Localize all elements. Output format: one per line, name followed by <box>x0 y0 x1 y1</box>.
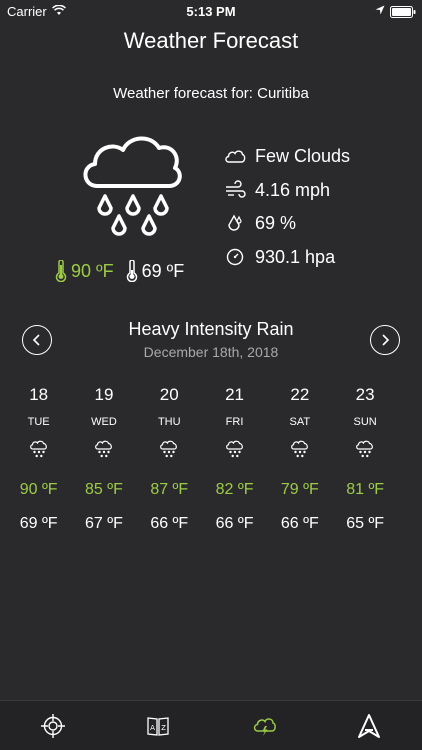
forecast-day[interactable]: 18 TUE 90 ºF 69 ºF <box>6 385 71 539</box>
rain-cloud-icon <box>95 440 112 458</box>
svg-text:A: A <box>150 724 155 732</box>
day-low-temp: 67 ºF <box>85 515 123 532</box>
day-high-temp: 87 ºF <box>150 481 189 498</box>
cloud-icon <box>225 150 246 163</box>
location-line: Weather forecast for: Curitiba <box>113 85 309 102</box>
thermometer-low-icon <box>126 260 137 282</box>
current-high-temp: 90 ºF <box>71 260 114 281</box>
dictionary-icon: A Z <box>147 716 169 736</box>
forecast-day[interactable]: 23 SUN 81 ºF 65 ºF <box>332 385 397 539</box>
pressure-row: 930.1 hpa <box>224 241 350 275</box>
day-low-temp: 69 ºF <box>19 515 58 532</box>
rain-cloud-icon <box>83 136 182 236</box>
day-high-temp: 90 ºF <box>19 481 58 498</box>
chevron-right-icon <box>382 334 390 346</box>
next-day-button[interactable] <box>370 325 400 355</box>
current-temperature: 90 ºF 69 ºF <box>55 260 184 282</box>
pressure-value: 930.1 hpa <box>255 246 336 267</box>
rain-cloud-icon <box>160 440 178 458</box>
day-number: 23 <box>355 385 375 404</box>
humidity-value: 69 % <box>255 213 297 234</box>
forecast-description: Heavy Intensity Rain <box>128 319 294 339</box>
forecast-day[interactable]: 21 FRI 82 ºF 66 ºF <box>202 385 267 539</box>
daily-forecast-list: 18 TUE 90 ºF 69 ºF 19 WED 85 ºF 67 ºF 20… <box>6 385 416 539</box>
tab-dictionary[interactable]: A Z <box>106 701 212 750</box>
tab-bar: A Z <box>0 700 422 750</box>
tab-location[interactable] <box>0 701 106 750</box>
day-high-temp: 81 ºF <box>346 481 385 498</box>
battery-icon <box>390 6 416 18</box>
day-name: WED <box>91 416 117 428</box>
tab-weather[interactable] <box>211 701 317 750</box>
day-name: FRI <box>225 416 244 428</box>
location-arrow-icon <box>375 5 385 15</box>
status-time: 5:13 PM <box>186 4 236 19</box>
day-number: 18 <box>29 385 49 404</box>
navigation-icon <box>358 713 381 738</box>
day-low-temp: 66 ºF <box>280 515 319 532</box>
svg-text:Z: Z <box>161 724 166 732</box>
day-high-temp: 79 ºF <box>280 481 319 498</box>
tab-navigation[interactable] <box>317 701 422 750</box>
humidity-icon <box>228 214 242 231</box>
rain-cloud-icon <box>356 440 374 458</box>
rain-cloud-icon <box>290 440 308 458</box>
humidity-row: 69 % <box>224 207 350 241</box>
day-low-temp: 66 ºF <box>150 515 189 532</box>
status-bar: Carrier 5:13 PM <box>0 0 422 24</box>
rain-cloud-icon <box>225 440 243 458</box>
day-name: TUE <box>27 416 50 428</box>
forecast-day[interactable]: 20 THU 87 ºF 66 ºF <box>137 385 202 539</box>
day-name: SUN <box>353 416 377 428</box>
day-number: 22 <box>290 385 310 404</box>
day-high-temp: 82 ºF <box>215 481 254 498</box>
day-number: 20 <box>159 385 179 404</box>
wind-row: 4.16 mph <box>224 174 350 208</box>
day-name: THU <box>157 416 181 428</box>
day-high-temp: 85 ºF <box>85 481 123 498</box>
wind-value: 4.16 mph <box>255 179 331 200</box>
forecast-day[interactable]: 22 SAT 79 ºF 66 ºF <box>267 385 332 539</box>
page-title: Weather Forecast <box>123 28 299 53</box>
gauge-icon <box>226 249 244 266</box>
day-low-temp: 66 ºF <box>215 515 254 532</box>
rain-cloud-icon <box>29 440 47 458</box>
current-low-temp: 69 ºF <box>141 260 185 281</box>
day-name: SAT <box>289 416 311 428</box>
forecast-day[interactable]: 19 WED 85 ºF 67 ºF <box>71 385 136 539</box>
crosshair-icon <box>40 713 65 738</box>
weather-icon <box>253 717 276 736</box>
current-details: Few Clouds 4.16 mph 69 % 930.1 hpa <box>224 140 350 274</box>
wind-icon <box>226 180 246 198</box>
day-number: 21 <box>225 385 244 404</box>
forecast-date: December 18th, 2018 <box>143 344 279 360</box>
thermometer-high-icon <box>55 260 67 282</box>
condition-label: Few Clouds <box>255 146 351 167</box>
day-number: 19 <box>94 385 114 404</box>
day-low-temp: 65 ºF <box>346 515 385 532</box>
condition-row: Few Clouds <box>224 140 350 174</box>
